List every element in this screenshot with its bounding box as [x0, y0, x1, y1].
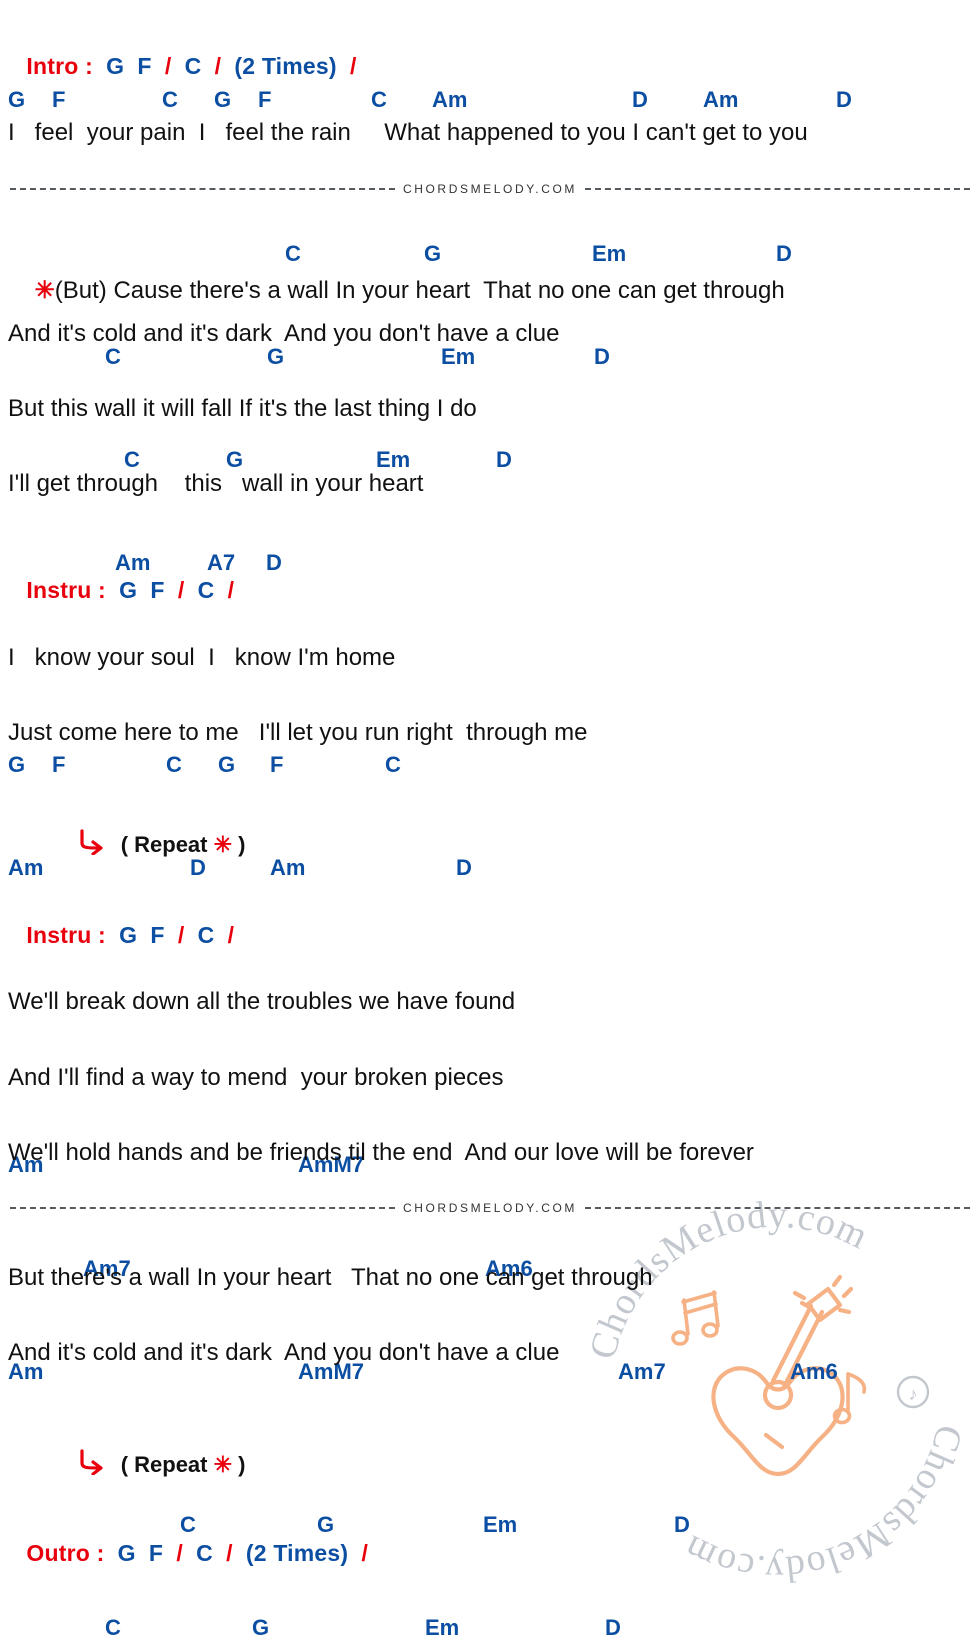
chord-f: F — [52, 752, 66, 777]
section-token-slash: / — [212, 1540, 233, 1566]
section-token-chord: G — [105, 922, 138, 948]
lyric-row: We'll hold hands and be friends til the … — [8, 1139, 754, 1166]
section-token-slash: / — [214, 577, 235, 603]
section-instru-2-label: Instru : — [26, 922, 106, 948]
section-instru-1-label: Instru : — [26, 577, 106, 603]
repeat-star-icon: ✳ — [213, 832, 233, 857]
lyric-row: Just come here to me I'll let you run ri… — [8, 719, 588, 746]
repeat-arrow-icon — [40, 803, 107, 887]
section-token-slash: / — [214, 922, 235, 948]
section-token-slash: / — [163, 1540, 183, 1566]
chord-c: C — [385, 752, 401, 777]
section-token-chord: F — [137, 577, 165, 603]
repeat-line-1: ( Repeat ✳ ) — [0, 803, 980, 887]
lyric-row: We'll break down all the troubles we hav… — [8, 988, 516, 1015]
lyric-row: And I'll find a way to mend your broken … — [8, 1064, 504, 1091]
section-instru-2: Instru : G F / C / — [0, 895, 980, 976]
section-token-chord: F — [124, 53, 152, 79]
section-token-chord: C — [182, 1540, 213, 1566]
section-token-slash: / — [151, 53, 172, 79]
section-token-chord: F — [135, 1540, 164, 1566]
section-token-chord: F — [137, 922, 165, 948]
section-token-chord: G — [104, 1540, 136, 1566]
section-token-chord: C — [184, 577, 215, 603]
chord-em: Em — [425, 1615, 460, 1640]
brand-label: CHORDSMELODY.COM — [402, 182, 578, 196]
lyric-text: (But) Cause there's a wall In your heart… — [54, 277, 785, 304]
separator-dash-right — [585, 1207, 971, 1209]
repeat-arrow-icon — [40, 1423, 107, 1507]
chord-f: F — [270, 752, 284, 777]
lyric-row: And it's cold and it's dark And you don'… — [8, 320, 560, 347]
section-intro-tokens: G F / C / (2 Times) / — [93, 53, 357, 79]
chord-am: Am — [703, 87, 739, 112]
lyric-row: I know your soul I know I'm home — [8, 644, 396, 671]
chord-g: G — [252, 1615, 270, 1640]
chord-d: D — [836, 87, 852, 112]
section-token-slash: / — [336, 53, 357, 79]
chord-c: C — [371, 87, 387, 112]
chord-c: C — [105, 1615, 121, 1640]
repeat-line-2: ( Repeat ✳ ) — [0, 1423, 980, 1507]
chord-d: D — [632, 87, 648, 112]
lyric-row: I feel your pain I feel the rain What ha… — [8, 119, 808, 146]
chord-f: F — [52, 87, 66, 112]
section-intro-label: Intro : — [26, 53, 93, 79]
separator-dash-right — [585, 188, 971, 190]
repeat-star-icon: ✳ — [213, 1452, 233, 1477]
chord-row: G F C G F C Am D Am D — [0, 86, 980, 114]
section-instru-2-tokens: G F / C / — [106, 922, 234, 948]
lyric-row: I'll get through this wall in your heart — [8, 470, 424, 497]
repeat-prefix: ( Repeat — [120, 832, 208, 857]
chord-row: C G Em D — [0, 1614, 980, 1642]
separator: CHORDSMELODY.COM — [0, 179, 980, 199]
section-instru-1: Instru : G F / C / — [0, 550, 980, 631]
repeat-prefix: ( Repeat — [120, 1452, 208, 1477]
section-token-slash: / — [164, 922, 185, 948]
section-token-chord: G — [92, 53, 125, 79]
lyric-row: And it's cold and it's dark And you don'… — [8, 1339, 560, 1366]
lyric-row: But this wall it will fall If it's the l… — [8, 395, 477, 422]
lyric-row: But there's a wall In your heart That no… — [8, 1264, 653, 1291]
section-instru-1-tokens: G F / C / — [106, 577, 234, 603]
lyric-row: ✳(But) Cause there's a wall In your hear… — [0, 243, 980, 304]
chorus-star-icon: ✳ — [34, 277, 55, 304]
chord-g: G — [8, 87, 26, 112]
chord-sheet: Intro : G F / C / (2 Times) / G F C G F C Am D A… — [0, 0, 980, 1640]
separator: CHORDSMELODY.COM — [0, 1198, 980, 1218]
section-token-slash: / — [201, 53, 222, 79]
chord-d: D — [605, 1615, 621, 1640]
chord-g: G — [8, 752, 26, 777]
section-token-slash: / — [348, 1540, 369, 1566]
section-token-chord: C — [171, 53, 202, 79]
svg-text:♪: ♪ — [909, 1384, 918, 1404]
chord-c: C — [162, 87, 178, 112]
section-token-times: (2 Times) — [232, 1540, 349, 1566]
repeat-suffix: ) — [238, 832, 246, 857]
section-token-chord: G — [105, 577, 138, 603]
section-token-chord: C — [184, 922, 215, 948]
chord-g: G — [214, 87, 232, 112]
chord-f: F — [258, 87, 272, 112]
section-outro: Outro : G F / C / (2 Times) / — [0, 1513, 980, 1594]
separator-dash-left — [10, 1207, 395, 1209]
section-token-times: (2 Times) — [221, 53, 337, 79]
brand-label: CHORDSMELODY.COM — [402, 1201, 578, 1215]
chord-am: Am — [432, 87, 468, 112]
chord-c: C — [166, 752, 182, 777]
repeat-suffix: ) — [238, 1452, 246, 1477]
section-outro-label: Outro : — [26, 1540, 105, 1566]
section-token-slash: / — [164, 577, 185, 603]
separator-dash-left — [10, 188, 395, 190]
chord-row: GFCGFC — [0, 751, 980, 779]
section-outro-tokens: G F / C / (2 Times) / — [104, 1540, 368, 1566]
chord-g: G — [218, 752, 236, 777]
